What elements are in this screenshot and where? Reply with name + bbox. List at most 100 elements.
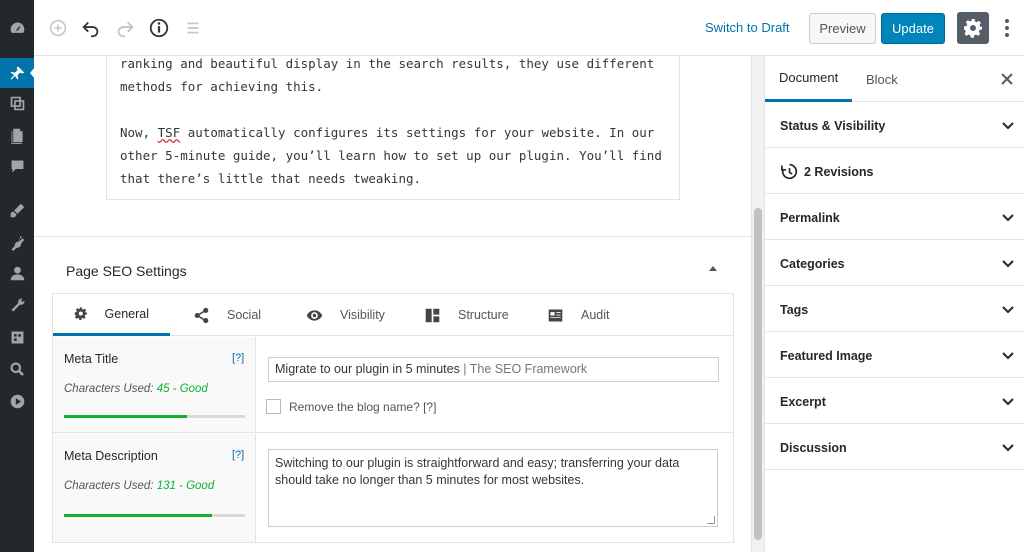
pin-icon xyxy=(8,64,26,82)
tab-audit[interactable]: Audit xyxy=(547,294,610,336)
tab-label: Audit xyxy=(581,308,610,322)
panel-label: Discussion xyxy=(780,441,847,455)
counter-prefix: Characters Used: xyxy=(64,383,157,395)
counter-prefix: Characters Used: xyxy=(64,480,157,492)
paragraph-line: that there’s little that needs tweaking. xyxy=(120,171,422,186)
paragraph-block[interactable]: ranking and beautiful display in the sea… xyxy=(106,56,680,200)
panel-label: Categories xyxy=(780,257,845,271)
tab-general[interactable]: General xyxy=(53,294,170,336)
close-icon[interactable] xyxy=(1001,72,1013,85)
tab-block[interactable]: Block xyxy=(866,56,898,102)
resize-handle[interactable] xyxy=(707,516,715,524)
tab-visibility[interactable]: Visibility xyxy=(306,294,385,336)
revisions-link[interactable]: 2 Revisions xyxy=(781,163,873,180)
settings-icon[interactable] xyxy=(8,328,26,346)
panel-permalink[interactable]: Permalink xyxy=(765,194,1024,240)
paragraph-line: methods for achieving this. xyxy=(120,79,324,94)
tab-structure[interactable]: Structure xyxy=(424,294,509,336)
remove-blog-name-option[interactable]: Remove the blog name? [?] xyxy=(266,399,436,414)
meta-description-value: Switching to our plugin is straightforwa… xyxy=(275,456,680,487)
preview-button[interactable]: Preview xyxy=(809,13,876,44)
dashboard-icon[interactable] xyxy=(8,19,26,37)
audit-icon xyxy=(548,309,563,321)
meta-title-help-link[interactable]: [?] xyxy=(232,352,244,364)
panel-label: Tags xyxy=(780,303,809,317)
meta-title-counter: Characters Used: 45 - Good xyxy=(64,383,208,395)
users-icon[interactable] xyxy=(8,264,26,282)
history-icon xyxy=(781,163,798,180)
counter-value: 45 - Good xyxy=(156,383,208,395)
meta-description-counter-bar xyxy=(64,514,245,517)
panel-categories[interactable]: Categories xyxy=(765,240,1024,286)
panel-label: 2 Revisions xyxy=(804,164,874,179)
meta-title-suffix: | The SEO Framework xyxy=(459,362,588,376)
meta-description-label-cell: Meta Description [?] Characters Used: 13… xyxy=(53,434,256,542)
panel-tags[interactable]: Tags xyxy=(765,286,1024,332)
seo-tabs: General Social Visibility Structure Audi… xyxy=(53,294,733,336)
metabox-title: Page SEO Settings xyxy=(66,263,187,279)
appearance-icon[interactable] xyxy=(8,201,26,219)
info-icon[interactable] xyxy=(147,16,171,40)
admin-sidebar xyxy=(0,0,35,552)
paragraph-line: ranking and beautiful display in the sea… xyxy=(120,56,655,71)
chevron-down-icon xyxy=(1001,210,1015,224)
tab-social[interactable]: Social xyxy=(193,294,261,336)
chevron-down-icon xyxy=(1001,118,1015,132)
panel-status-visibility[interactable]: Status & Visibility xyxy=(765,102,1024,148)
chevron-down-icon xyxy=(1001,302,1015,316)
meta-title-input[interactable]: Migrate to our plugin in 5 minutes | The… xyxy=(268,357,719,382)
panel-revisions[interactable]: 2 Revisions xyxy=(765,148,1024,194)
meta-description-help-link[interactable]: [?] xyxy=(232,449,244,461)
collapse-arrow-icon[interactable] xyxy=(707,263,719,275)
tab-label: Social xyxy=(227,308,262,322)
tab-label: Visibility xyxy=(340,308,385,322)
meta-description-counter-fill xyxy=(64,514,213,517)
meta-title-counter-bar xyxy=(64,415,245,418)
comments-icon[interactable] xyxy=(8,157,26,175)
settings-toggle-button[interactable] xyxy=(957,12,989,44)
meta-description-textarea[interactable]: Switching to our plugin is straightforwa… xyxy=(268,449,718,527)
sidebar-tabs: Document Block xyxy=(765,56,1024,102)
chevron-down-icon xyxy=(1001,348,1015,362)
meta-description-counter: Characters Used: 131 - Good xyxy=(64,480,214,492)
pages-icon[interactable] xyxy=(8,126,26,144)
media-icon[interactable] xyxy=(8,94,26,112)
switch-to-draft-link[interactable]: Switch to Draft xyxy=(705,20,790,35)
meta-title-value: Migrate to our plugin in 5 minutes xyxy=(275,362,460,376)
panel-excerpt[interactable]: Excerpt xyxy=(765,378,1024,424)
tools-icon[interactable] xyxy=(8,296,26,314)
plugins-icon[interactable] xyxy=(8,233,26,251)
update-button[interactable]: Update xyxy=(881,13,945,44)
search-icon[interactable] xyxy=(8,360,26,378)
editor-scrollbar[interactable] xyxy=(751,56,764,552)
gear-icon xyxy=(74,307,87,321)
panel-label: Featured Image xyxy=(780,349,873,363)
add-block-icon[interactable] xyxy=(46,16,70,40)
panel-discussion[interactable]: Discussion xyxy=(765,424,1024,470)
structure-icon xyxy=(425,308,440,322)
tab-label: Structure xyxy=(458,308,509,322)
scrollbar-thumb[interactable] xyxy=(754,208,762,540)
play-icon[interactable] xyxy=(8,392,26,410)
meta-title-row: Meta Title [?] Characters Used: 45 - Goo… xyxy=(53,337,733,433)
counter-value: 131 - Good xyxy=(156,480,215,492)
meta-title-label-cell: Meta Title [?] Characters Used: 45 - Goo… xyxy=(53,337,256,432)
posts-menu-active[interactable] xyxy=(0,58,34,88)
panel-label: Excerpt xyxy=(780,395,826,409)
tab-document[interactable]: Document xyxy=(765,56,853,102)
chevron-down-icon xyxy=(1001,256,1015,270)
more-options-icon[interactable] xyxy=(1000,16,1014,40)
redo-icon[interactable] xyxy=(113,16,137,40)
chevron-down-icon xyxy=(1001,394,1015,408)
remove-blog-name-checkbox[interactable] xyxy=(266,399,281,414)
share-icon xyxy=(194,307,209,323)
block-navigation-icon[interactable] xyxy=(181,16,205,40)
editor-canvas: ranking and beautiful display in the sea… xyxy=(34,56,751,552)
panel-featured-image[interactable]: Featured Image xyxy=(765,332,1024,378)
undo-icon[interactable] xyxy=(79,16,103,40)
chevron-down-icon xyxy=(1001,440,1015,454)
meta-description-label: Meta Description xyxy=(64,449,158,463)
spellcheck-word: TSF xyxy=(157,125,181,140)
remove-blog-name-label: Remove the blog name? [?] xyxy=(289,399,437,414)
settings-sidebar: Document Block Status & Visibility 2 Rev… xyxy=(764,56,1024,552)
